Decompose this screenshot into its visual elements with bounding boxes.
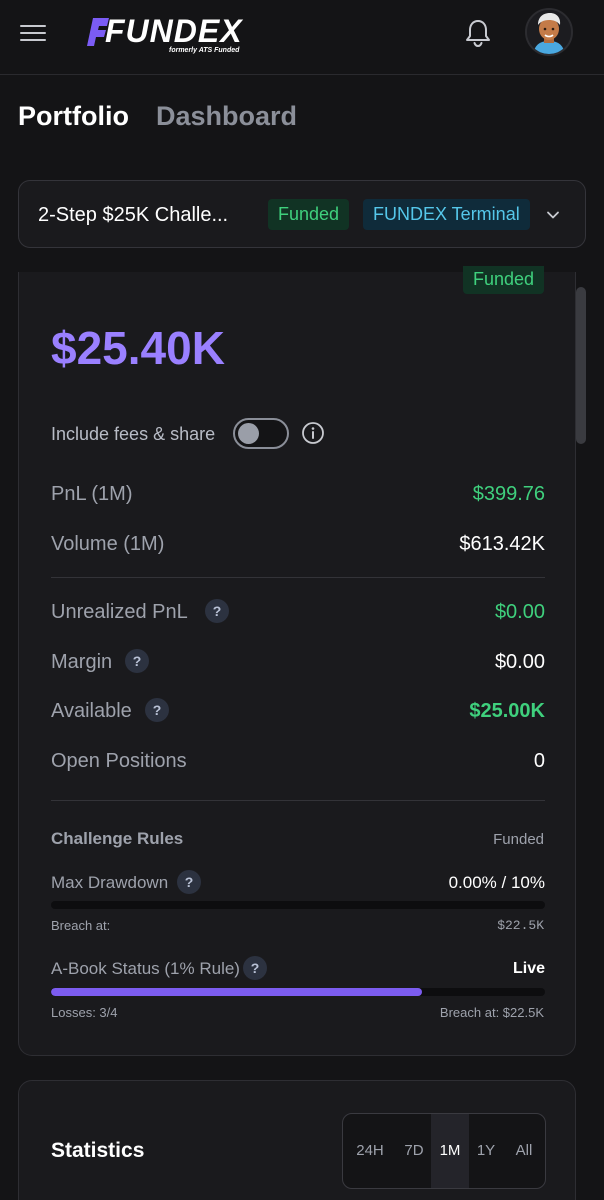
- abook-progress-bar: [51, 988, 545, 996]
- abook-status-row: A-Book Status (1% Rule) ? Live: [51, 956, 545, 982]
- logo-subtext: formerly ATS Funded: [169, 47, 240, 54]
- volume-label: Volume (1M): [51, 533, 165, 555]
- account-balance: $25.40K: [51, 322, 225, 374]
- scrollbar[interactable]: [576, 287, 586, 1057]
- max-drawdown-bar: [51, 901, 545, 909]
- margin-row: Margin ? $0.00: [51, 647, 545, 677]
- statistics-card: Statistics 24H 7D 1M 1Y All: [18, 1080, 576, 1200]
- drawdown-breach-value: $22.5K: [497, 918, 544, 933]
- open-positions-row: Open Positions 0: [51, 746, 545, 776]
- divider: [51, 577, 545, 578]
- range-24h-button[interactable]: 24H: [343, 1114, 397, 1188]
- funded-status-badge: Funded: [463, 266, 545, 294]
- available-label: Available: [51, 700, 132, 722]
- statistics-title: Statistics: [51, 1139, 145, 1162]
- pnl-row: PnL (1M) $399.76: [51, 479, 545, 509]
- open-positions-value: 0: [533, 750, 545, 772]
- logo-text: FUNDEX: [105, 13, 243, 49]
- max-drawdown-row: Max Drawdown ? 0.00% / 10%: [51, 870, 545, 896]
- funded-badge: Funded: [268, 199, 350, 230]
- avatar[interactable]: [525, 8, 573, 56]
- toggle-knob: [238, 423, 259, 444]
- scrollbar-thumb[interactable]: [576, 287, 586, 444]
- include-fees-label: Include fees & share: [51, 424, 216, 444]
- fundex-logo[interactable]: FUNDEX formerly ATS Funded: [85, 14, 245, 58]
- unrealized-pnl-row: Unrealized PnL ? $0.00: [51, 597, 545, 627]
- menu-icon[interactable]: [20, 20, 46, 46]
- divider: [51, 800, 545, 801]
- top-bar: FUNDEX formerly ATS Funded: [0, 0, 604, 75]
- drawdown-breach-label: Breach at:: [51, 918, 111, 933]
- max-drawdown-help-icon[interactable]: ?: [177, 870, 201, 894]
- unrealized-pnl-label: Unrealized PnL: [51, 601, 188, 623]
- pnl-value: $399.76: [472, 483, 545, 505]
- chevron-down-icon: [547, 211, 559, 219]
- range-1m-button[interactable]: 1M: [431, 1114, 469, 1188]
- bell-icon[interactable]: [462, 17, 494, 49]
- unrealized-pnl-help-icon[interactable]: ?: [205, 599, 229, 623]
- avatar-image: [527, 10, 571, 54]
- losses-count: Losses: 3/4: [51, 1005, 118, 1020]
- abook-help-icon[interactable]: ?: [243, 956, 267, 980]
- pnl-label: PnL (1M): [51, 483, 133, 505]
- abook-progress-fill: [51, 988, 422, 996]
- unrealized-pnl-value: $0.00: [494, 601, 545, 623]
- volume-row: Volume (1M) $613.42K: [51, 529, 545, 559]
- range-7d-button[interactable]: 7D: [397, 1114, 431, 1188]
- platform-badge: FUNDEX Terminal: [363, 199, 530, 230]
- challenge-rules-title: Challenge Rules: [51, 829, 184, 848]
- account-overview-card: Funded $25.40K Include fees & share PnL …: [18, 266, 576, 1056]
- open-positions-label: Open Positions: [51, 750, 187, 772]
- volume-value: $613.42K: [459, 533, 545, 555]
- margin-help-icon[interactable]: ?: [125, 649, 149, 673]
- abook-status-value: Live: [512, 960, 545, 977]
- tab-portfolio[interactable]: Portfolio: [18, 100, 129, 132]
- max-drawdown-value: 0.00% / 10%: [448, 873, 545, 892]
- margin-label: Margin: [51, 651, 113, 673]
- time-range-selector: 24H 7D 1M 1Y All: [342, 1113, 546, 1189]
- account-name: 2-Step $25K Challe...: [38, 204, 229, 226]
- available-value: $25.00K: [469, 700, 545, 722]
- include-fees-toggle[interactable]: [233, 418, 289, 449]
- margin-value: $0.00: [494, 651, 545, 673]
- range-all-button[interactable]: All: [503, 1114, 545, 1188]
- info-icon[interactable]: [301, 421, 325, 445]
- available-row: Available ? $25.00K: [51, 696, 545, 726]
- abook-breach: Breach at: $22.5K: [439, 1005, 544, 1020]
- include-fees-row: Include fees & share: [51, 418, 351, 452]
- max-drawdown-label: Max Drawdown: [51, 873, 169, 892]
- account-selector[interactable]: 2-Step $25K Challe... Funded FUNDEX Term…: [18, 180, 586, 248]
- tab-dashboard[interactable]: Dashboard: [156, 100, 297, 132]
- abook-status-label: A-Book Status (1% Rule): [51, 959, 240, 978]
- range-1y-button[interactable]: 1Y: [469, 1114, 503, 1188]
- challenge-rules-status: Funded: [493, 831, 544, 848]
- available-help-icon[interactable]: ?: [145, 698, 169, 722]
